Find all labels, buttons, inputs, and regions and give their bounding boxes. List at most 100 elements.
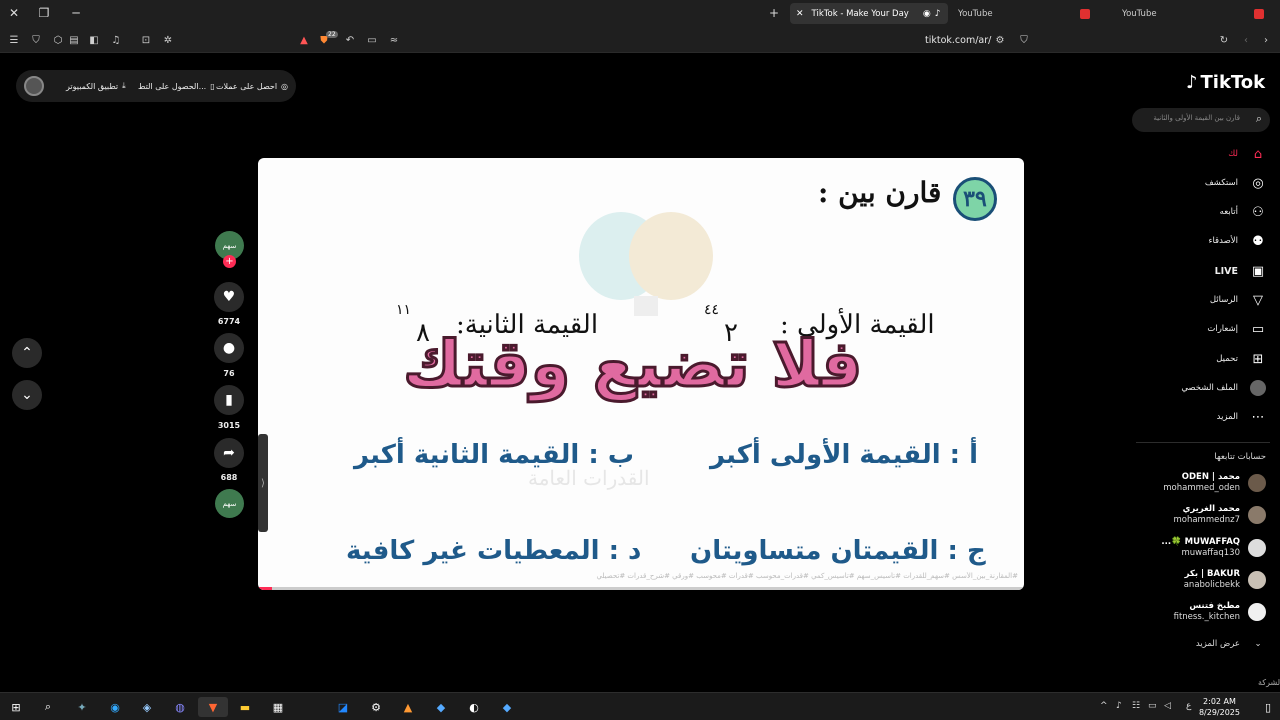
tab-youtube-1[interactable]: YouTube xyxy=(952,3,1102,24)
puzzle-icon[interactable]: ✲ xyxy=(160,32,176,48)
close-window-icon[interactable]: ✕ xyxy=(4,4,24,22)
comment-button[interactable]: ● xyxy=(214,333,244,363)
get-coins-link[interactable]: احصل على عملات ◎ xyxy=(216,70,288,102)
next-video-button[interactable]: ⌄ xyxy=(12,380,42,410)
following-name: محمد | ODEN xyxy=(1181,472,1240,482)
nav-notifications[interactable]: إشعارات ▭ xyxy=(1140,318,1266,340)
discord-icon[interactable]: ◍ xyxy=(170,697,190,717)
address-bar[interactable]: tiktok.com/ar/ xyxy=(870,30,1010,50)
previous-video-button[interactable]: ⌃ xyxy=(12,338,42,368)
desktop-app-label: تطبيق الكمبيوتر xyxy=(66,81,119,91)
minimize-window-icon[interactable]: ─ xyxy=(66,4,86,22)
obs-icon[interactable]: ◐ xyxy=(464,697,484,717)
windows-start-icon[interactable]: ⊞ xyxy=(6,697,26,717)
copilot-icon[interactable]: ✦ xyxy=(72,697,92,717)
browser-toolbar: ☰ ⛉ ⬡ ▤ ◧ ♫ ⊡ ✲ ▲ ⛊ 22 ↶ ▭ ≈ tiktok.com/… xyxy=(0,27,1280,53)
tabs-icon[interactable]: ▤ xyxy=(66,32,82,48)
settings-icon[interactable]: ⚙ xyxy=(366,697,386,717)
follow-plus-icon[interactable]: + xyxy=(223,255,236,268)
get-app-link[interactable]: الحصول على التط... ▯ xyxy=(138,70,215,102)
brave-rewards-icon[interactable]: ▲ xyxy=(296,32,312,48)
video-hashtags[interactable]: #المقارنة_بين_الأسس #سهم_للقدرات #تأسيس_… xyxy=(268,572,1018,580)
new-tab-button[interactable]: + xyxy=(764,4,784,22)
bookmark-icon: ▮ xyxy=(225,392,233,408)
site-settings-icon[interactable]: ⚙ xyxy=(992,32,1008,48)
undo-icon[interactable]: ↶ xyxy=(342,32,358,48)
nav-live[interactable]: LIVE ▣ xyxy=(1140,260,1266,282)
music-icon[interactable]: ♫ xyxy=(108,32,124,48)
tab-tiktok[interactable]: ✕ TikTok - Make Your Day ◉ ♪ xyxy=(790,3,948,24)
search-icon[interactable]: ⌕ xyxy=(38,697,58,717)
see-more-button[interactable]: عرض المزيد ⌄ xyxy=(1140,636,1266,652)
language-indicator[interactable]: ع xyxy=(1186,701,1191,711)
following-name: BAKUR | بكر xyxy=(1184,569,1240,579)
network-icon[interactable]: ☷ xyxy=(1132,701,1140,711)
tiktok-logo[interactable]: ♪ TikTok xyxy=(1186,72,1265,93)
app-blue-2-icon[interactable]: ◆ xyxy=(497,697,517,717)
clock[interactable]: 2:02 AM 8/29/2025 xyxy=(1199,696,1240,718)
video-player[interactable]: القدرات العامة ٣٩ قارن بين : القيمة الأو… xyxy=(258,158,1024,590)
user-avatar[interactable] xyxy=(24,76,44,96)
back-icon[interactable]: ‹ xyxy=(1238,32,1254,48)
audio-icon[interactable]: ◉ xyxy=(923,9,931,19)
nav-more[interactable]: المزيد ⋯ xyxy=(1140,406,1266,428)
nav-following[interactable]: أتابعه ⚇ xyxy=(1140,201,1266,223)
share-button[interactable]: ➦ xyxy=(214,438,244,468)
file-explorer-icon[interactable]: ▬ xyxy=(235,697,255,717)
volume-icon[interactable]: ◁ xyxy=(1164,701,1171,711)
nav-explore[interactable]: استكشف ◎ xyxy=(1140,172,1266,194)
youtube-favicon xyxy=(1080,8,1090,19)
following-item[interactable]: مطبخ فتنس fitness._kitchen xyxy=(1140,599,1266,627)
avatar xyxy=(1248,539,1266,557)
mic-icon[interactable]: ♪ xyxy=(1116,701,1122,711)
following-item[interactable]: BAKUR | بكر anabolicbekk xyxy=(1140,567,1266,595)
following-item[interactable]: محمد | ODEN mohammed_oden xyxy=(1140,470,1266,498)
translate-icon[interactable]: ≈ xyxy=(386,32,402,48)
nav-label: إشعارات xyxy=(1207,324,1238,334)
shield-count-badge: 22 xyxy=(326,31,338,38)
nav-for-you[interactable]: لك ⌂ xyxy=(1140,143,1266,165)
sidebar-icon[interactable]: ◧ xyxy=(86,32,102,48)
restore-window-icon[interactable]: ❐ xyxy=(34,4,54,22)
following-item[interactable]: MUWAFFAQ 🍀... muwaffaq130 xyxy=(1140,535,1266,563)
like-button[interactable]: ♥ xyxy=(214,282,244,312)
video-progress-bar[interactable] xyxy=(258,587,1024,590)
forward-icon[interactable]: › xyxy=(1258,32,1274,48)
menu-icon[interactable]: ☰ xyxy=(6,32,22,48)
tab-close-icon[interactable]: ✕ xyxy=(796,9,804,19)
display-icon[interactable]: ▭ xyxy=(364,32,380,48)
following-item[interactable]: محمد الغريري mohammednz7 xyxy=(1140,502,1266,530)
reload-icon[interactable]: ↻ xyxy=(1216,32,1232,48)
nav-label: أتابعه xyxy=(1219,207,1238,217)
tray-chevron-icon[interactable]: ^ xyxy=(1100,701,1108,711)
brave-icon[interactable]: ▼ xyxy=(198,697,228,717)
steam-icon[interactable]: ◈ xyxy=(137,697,157,717)
bookmark-icon[interactable]: ⛉ xyxy=(1016,32,1032,48)
outlook-icon[interactable]: ◪ xyxy=(333,697,353,717)
shield-icon[interactable]: ⛉ xyxy=(28,32,44,48)
notifications-icon[interactable]: ▯ xyxy=(1258,697,1278,717)
app-blue-icon[interactable]: ◆ xyxy=(431,697,451,717)
upload-icon: ⊞ xyxy=(1252,351,1264,367)
nav-upload[interactable]: تحميل ⊞ xyxy=(1140,348,1266,370)
music-disc-avatar[interactable]: سهم xyxy=(215,489,244,518)
desktop-app-link[interactable]: تطبيق الكمبيوتر ⤓ xyxy=(66,70,126,102)
search-icon[interactable]: ⌕ xyxy=(1256,112,1262,126)
heart-icon: ♥ xyxy=(222,289,236,305)
tab-youtube-2[interactable]: YouTube xyxy=(1116,3,1276,24)
extension-icon[interactable]: ⬡ xyxy=(50,32,66,48)
nav-label: LIVE xyxy=(1214,265,1238,277)
search-input[interactable]: قارن بين القيمة الأولى والثانية ⌕ xyxy=(1132,108,1270,132)
store-icon[interactable]: ▦ xyxy=(268,697,288,717)
edge-icon[interactable]: ◉ xyxy=(105,697,125,717)
company-link[interactable]: الشركة xyxy=(1258,678,1280,687)
nav-messages[interactable]: الرسائل ▽ xyxy=(1140,289,1266,311)
nav-profile[interactable]: الملف الشخصي xyxy=(1140,377,1266,399)
nav-friends[interactable]: الأصدقاء ⚉ xyxy=(1140,230,1266,252)
display-icon[interactable]: ▭ xyxy=(1148,701,1157,711)
save-button[interactable]: ▮ xyxy=(214,385,244,415)
nav-label: الأصدقاء xyxy=(1208,236,1238,246)
app-orange-icon[interactable]: ▲ xyxy=(398,697,418,717)
screenshot-icon[interactable]: ⊡ xyxy=(138,32,154,48)
comments-drawer-handle[interactable]: ⟩ xyxy=(258,434,268,532)
